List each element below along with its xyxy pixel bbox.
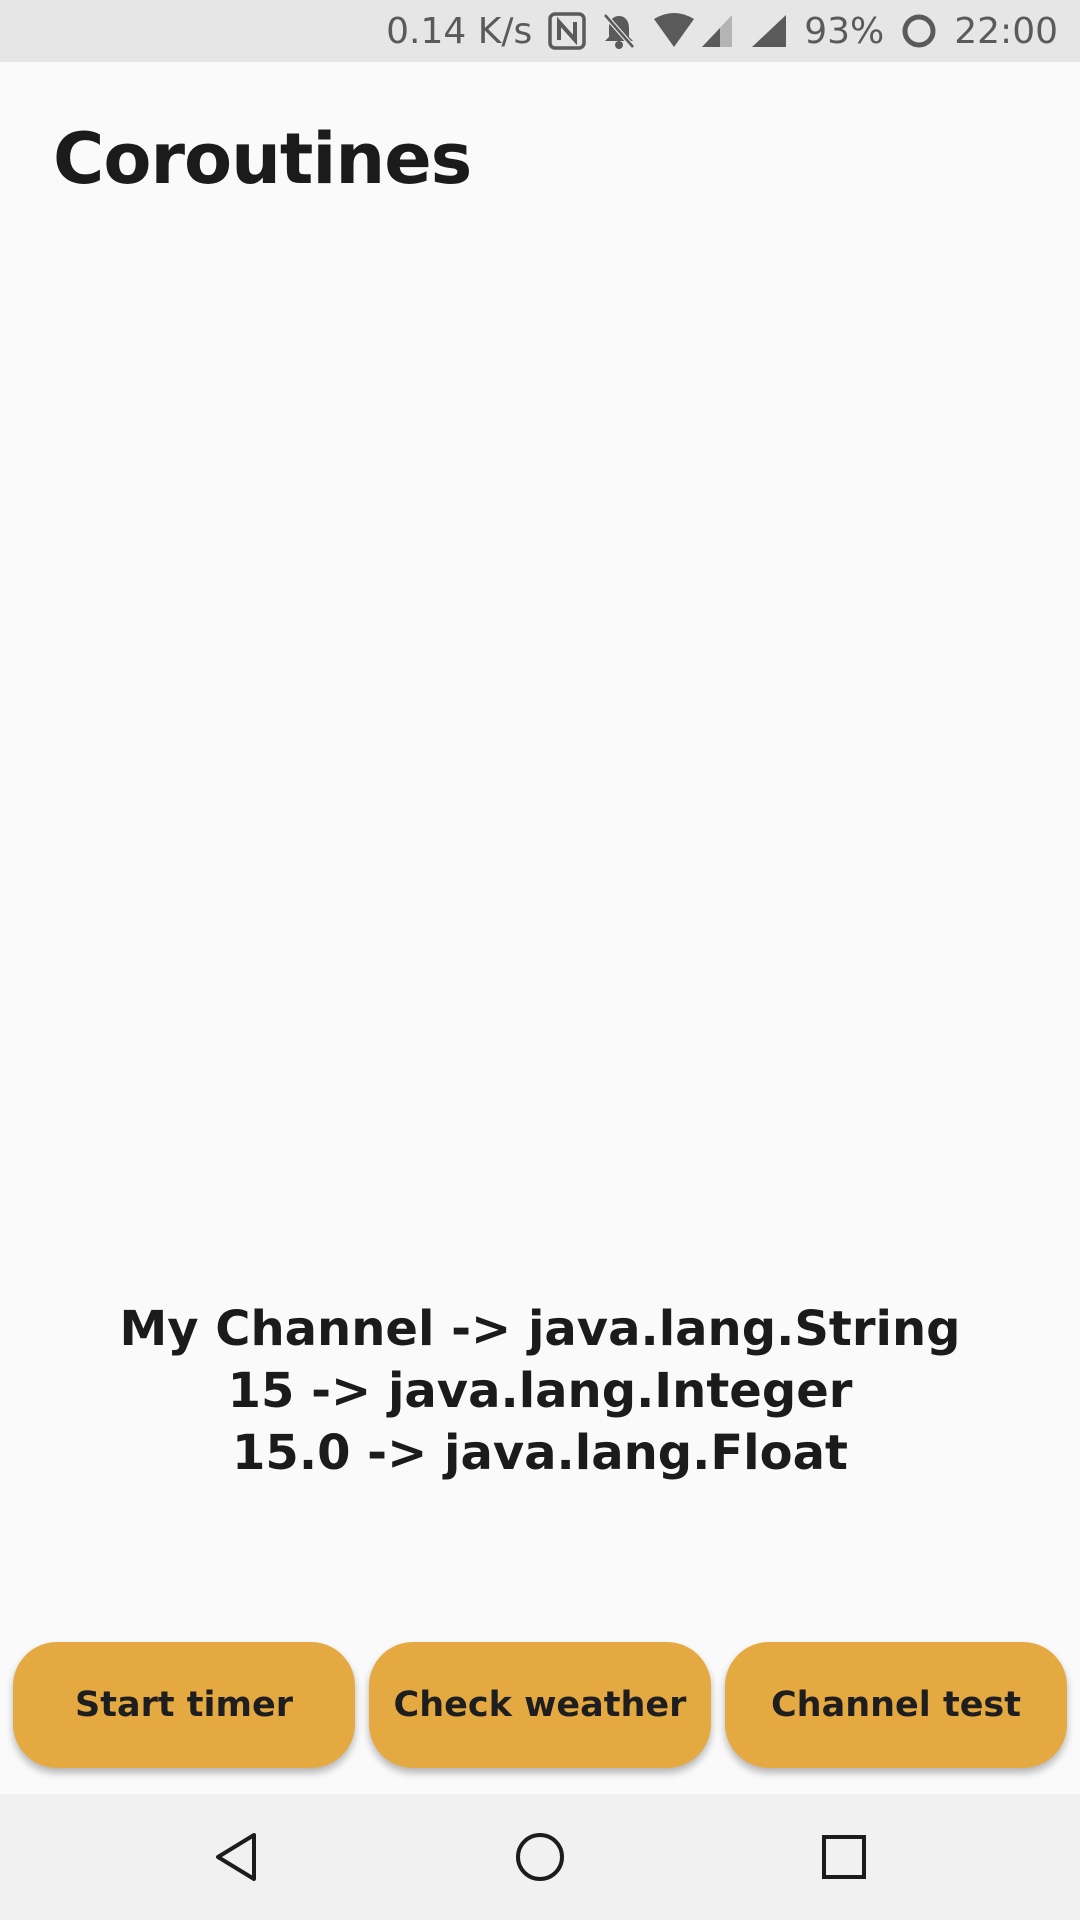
back-icon[interactable] bbox=[156, 1794, 316, 1920]
signal-icon bbox=[700, 13, 734, 49]
navigation-bar bbox=[0, 1794, 1080, 1920]
battery-level: 93% bbox=[804, 10, 885, 52]
channel-test-button[interactable]: Channel test bbox=[725, 1642, 1067, 1768]
network-speed: 0.14 K/s bbox=[386, 10, 533, 52]
signal-icon bbox=[750, 13, 788, 49]
wifi-icon bbox=[652, 13, 696, 49]
button-row: Start timer Check weather Channel test bbox=[13, 1642, 1067, 1768]
recents-icon[interactable] bbox=[764, 1794, 924, 1920]
start-timer-button[interactable]: Start timer bbox=[13, 1642, 355, 1768]
output-line: 15.0 -> java.lang.Float bbox=[232, 1425, 848, 1481]
output-line: 15 -> java.lang.Integer bbox=[227, 1363, 853, 1419]
home-icon[interactable] bbox=[460, 1794, 620, 1920]
output-text: My Channel -> java.lang.String 15 -> jav… bbox=[0, 1298, 1080, 1484]
check-weather-button[interactable]: Check weather bbox=[369, 1642, 711, 1768]
page-title: Coroutines bbox=[53, 118, 472, 200]
output-line: My Channel -> java.lang.String bbox=[119, 1301, 961, 1357]
clock: 22:00 bbox=[954, 10, 1058, 52]
status-bar: 0.14 K/s 93% 22:00 bbox=[0, 0, 1080, 62]
bell-off-icon bbox=[602, 12, 636, 50]
battery-saver-ring-icon bbox=[900, 12, 938, 50]
nfc-icon bbox=[548, 12, 586, 50]
